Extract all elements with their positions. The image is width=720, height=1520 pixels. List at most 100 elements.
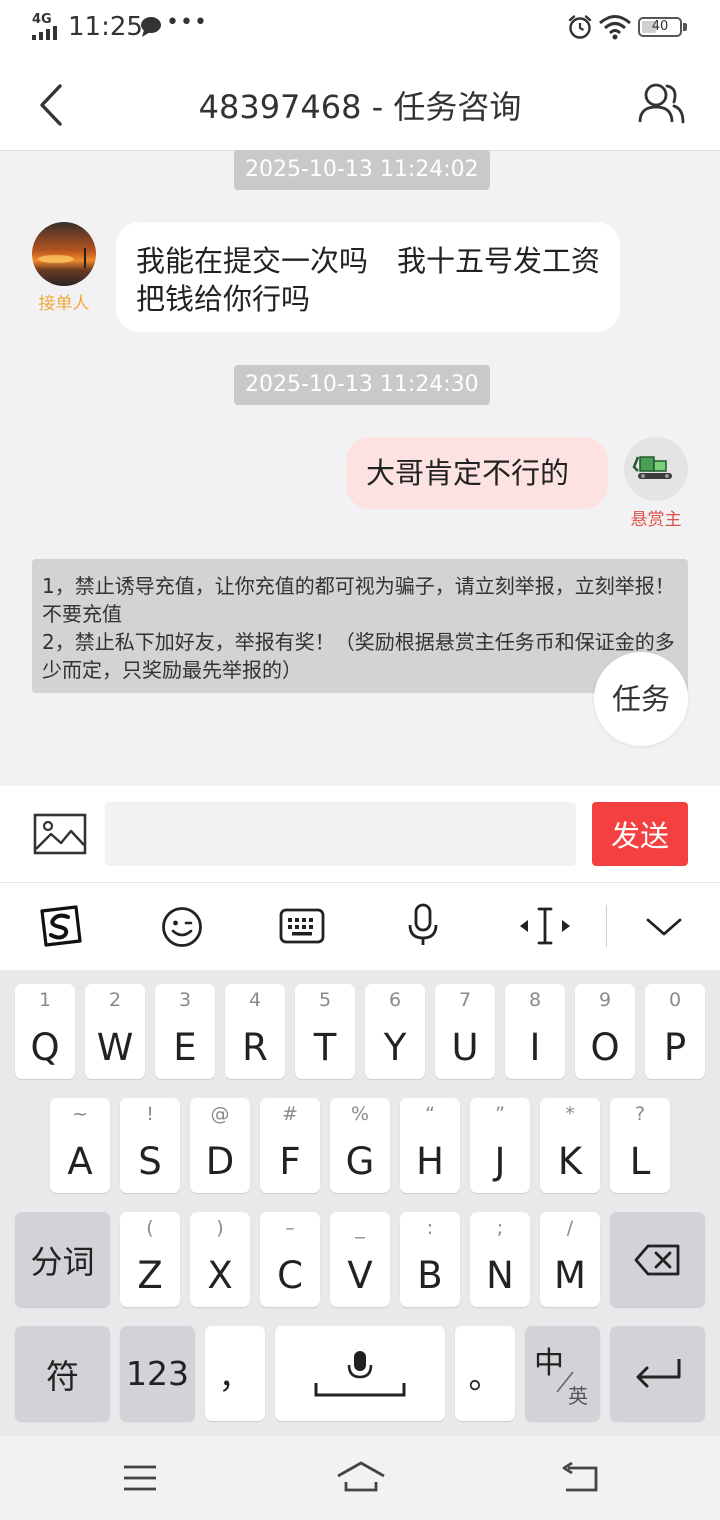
avatar[interactable]	[624, 437, 688, 501]
number-key[interactable]: 123	[120, 1326, 195, 1421]
key-secondary-label: :	[426, 1217, 434, 1239]
key-m[interactable]: / M	[540, 1212, 600, 1307]
page-title: 48397468 - 任务咨询	[198, 88, 522, 126]
message-bubble-sent[interactable]: 大哥肯定不行的	[346, 437, 608, 509]
key-secondary-label: )	[216, 1217, 224, 1239]
message-bubble-received[interactable]: 我能在提交一次吗 我十五号发工资把钱给你行吗	[116, 222, 620, 332]
comma-key-label: ，	[218, 1356, 252, 1396]
key-e[interactable]: 3E	[155, 984, 215, 1079]
period-key[interactable]: 。	[455, 1326, 515, 1421]
send-button[interactable]: 发送	[592, 802, 688, 866]
key-q[interactable]: 1Q	[15, 984, 75, 1079]
sunset-avatar-image	[32, 222, 96, 286]
key-primary-label: D	[205, 1140, 235, 1183]
key-secondary-label: “	[425, 1103, 435, 1125]
emoji-icon[interactable]	[160, 905, 204, 949]
key-v[interactable]: _ V	[330, 1212, 390, 1307]
users-icon[interactable]	[636, 78, 686, 128]
key-n[interactable]: ; N	[470, 1212, 530, 1307]
segment-key-label: 分词	[30, 1242, 95, 1281]
back-nav-icon[interactable]	[560, 1462, 600, 1494]
sogou-logo-icon[interactable]	[36, 903, 84, 949]
microphone-icon[interactable]	[408, 903, 438, 947]
keyboard-toolbar	[0, 883, 720, 970]
key-primary-label: N	[486, 1254, 514, 1297]
key-secondary-label: 6	[388, 989, 402, 1011]
avatar[interactable]	[32, 222, 96, 286]
signal-icon	[32, 26, 57, 40]
key-j[interactable]: ” J	[470, 1098, 530, 1193]
key-primary-label: X	[207, 1254, 233, 1297]
enter-icon	[636, 1358, 680, 1387]
key-secondary-label: (	[146, 1217, 154, 1239]
key-c[interactable]: – C	[260, 1212, 320, 1307]
keyboard-icon[interactable]	[279, 907, 325, 945]
key-secondary-label: *	[565, 1103, 575, 1125]
image-icon[interactable]	[33, 812, 87, 856]
key-o[interactable]: 9O	[575, 984, 635, 1079]
battery-icon: 40	[638, 17, 682, 37]
sender-role-label: 接单人	[38, 294, 90, 314]
chevron-down-icon[interactable]	[644, 912, 684, 942]
menu-icon[interactable]	[122, 1464, 158, 1492]
key-primary-label: T	[313, 1026, 337, 1069]
chevron-left-icon[interactable]	[30, 80, 74, 130]
key-d[interactable]: @ D	[190, 1098, 250, 1193]
battery-tip	[683, 23, 687, 31]
key-primary-label: O	[590, 1026, 620, 1069]
key-primary-label: F	[279, 1140, 301, 1183]
key-k[interactable]: * K	[540, 1098, 600, 1193]
alarm-icon	[568, 15, 592, 39]
key-secondary-label: %	[350, 1103, 370, 1125]
backspace-key[interactable]	[610, 1212, 705, 1307]
key-primary-label: Z	[137, 1254, 163, 1297]
cursor-move-icon[interactable]	[518, 905, 572, 947]
enter-key[interactable]	[610, 1326, 705, 1421]
key-b[interactable]: :B	[400, 1212, 460, 1307]
key-g[interactable]: % G	[330, 1098, 390, 1193]
more-dots-icon: •••	[166, 10, 208, 35]
space-key[interactable]	[275, 1326, 445, 1421]
key-secondary-label: ;	[496, 1217, 504, 1239]
key-a[interactable]: ~ A	[50, 1098, 110, 1193]
message-timestamp: 2025-10-13 11:24:02	[234, 150, 490, 190]
message-input[interactable]	[105, 802, 576, 866]
key-secondary-label: 4	[248, 989, 262, 1011]
period-key-label: 。	[468, 1356, 502, 1396]
key-s[interactable]: ! S	[120, 1098, 180, 1193]
key-t[interactable]: 5T	[295, 984, 355, 1079]
key-secondary-label: /	[566, 1217, 574, 1239]
safety-notice: 1，禁止诱导充值，让你充值的都可视为骗子，请立刻举报，立刻举报！不要充值 2，禁…	[32, 559, 688, 693]
key-i[interactable]: 8I	[505, 984, 565, 1079]
key-f[interactable]: # F	[260, 1098, 320, 1193]
key-y[interactable]: 6Y	[365, 984, 425, 1079]
key-w[interactable]: 2W	[85, 984, 145, 1079]
key-l[interactable]: ? L	[610, 1098, 670, 1193]
key-r[interactable]: 4R	[225, 984, 285, 1079]
key-x[interactable]: ) X	[190, 1212, 250, 1307]
segment-key[interactable]: 分词	[15, 1212, 110, 1307]
key-secondary-label: 9	[598, 989, 612, 1011]
key-primary-label: H	[416, 1140, 444, 1183]
network-type: 4G	[32, 12, 52, 27]
key-h[interactable]: “H	[400, 1098, 460, 1193]
lang-secondary-label: 英	[568, 1384, 588, 1408]
key-u[interactable]: 7U	[435, 984, 495, 1079]
key-primary-label: L	[629, 1140, 651, 1183]
wifi-icon	[599, 15, 631, 40]
key-p[interactable]: 0P	[645, 984, 705, 1079]
key-primary-label: P	[663, 1026, 687, 1069]
home-icon[interactable]	[336, 1460, 386, 1494]
backspace-icon	[634, 1244, 679, 1275]
space-mic-icon	[314, 1350, 406, 1396]
key-secondary-label: 7	[458, 989, 472, 1011]
comma-key[interactable]: ，	[205, 1326, 265, 1421]
symbol-key[interactable]: 符	[15, 1326, 110, 1421]
key-z[interactable]: (Z	[120, 1212, 180, 1307]
key-secondary-label: 8	[528, 989, 542, 1011]
key-secondary-label: #	[282, 1103, 298, 1125]
clock: 11:25	[68, 12, 143, 42]
language-switch-key[interactable]: 中 英	[525, 1326, 600, 1421]
task-button[interactable]: 任务	[594, 652, 688, 746]
key-secondary-label: ?	[634, 1103, 646, 1125]
